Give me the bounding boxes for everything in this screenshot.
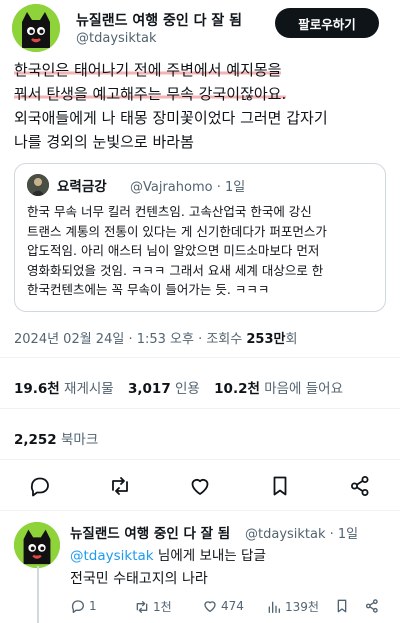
reply-retweet-count: 1천 bbox=[153, 600, 172, 614]
share-icon bbox=[365, 599, 378, 613]
quote-author-avatar bbox=[27, 174, 49, 196]
quote-line: 한국컨텐츠에는 꼭 무속이 들어가는 듯. ㅋㅋㅋ bbox=[27, 282, 270, 297]
replying-to-suffix: 님에게 보내는 답글 bbox=[153, 548, 266, 564]
tweet-line: 한국인은 태어나기 전에 주변에서 예지몽을 bbox=[14, 58, 394, 82]
reply-author-avatar[interactable] bbox=[14, 522, 60, 568]
tweet-line-text: 나를 경외의 눈빛으로 바라봄 bbox=[14, 133, 194, 151]
reply-bookmark-button[interactable] bbox=[334, 598, 350, 614]
quote-text: 한국 무속 너무 킬러 컨텐츠임. 고속산업국 한국에 강신 트랜스 계통의 전… bbox=[27, 202, 382, 300]
tweet-line-text: 한국인은 태어나기 전에 주변에서 예지몽을 bbox=[14, 61, 282, 79]
divider bbox=[0, 408, 400, 409]
follow-button[interactable]: 팔로우하기 bbox=[275, 8, 379, 38]
tweet-meta: 2024년 02월 24일 · 1:53 오후 · 조회수 253만회 bbox=[14, 328, 297, 347]
quote-line: 한국 무속 너무 킬러 컨텐츠임. 고속산업국 한국에 강신 bbox=[27, 204, 312, 219]
bookmark-stats: 2,252 북마크 bbox=[14, 428, 98, 448]
view-count-suffix: 회 bbox=[285, 332, 298, 347]
quoted-tweet-card[interactable]: 요력금강 @Vajrahomo · 1일 한국 무속 너무 킬러 컨텐츠임. 고… bbox=[14, 163, 386, 312]
thread-line bbox=[37, 566, 39, 623]
divider bbox=[0, 459, 400, 460]
author-avatar[interactable] bbox=[12, 4, 60, 52]
author-handle[interactable]: @tdaysiktak bbox=[76, 31, 157, 46]
bookmark-icon bbox=[337, 599, 347, 613]
reply-action-bar: 1 1천 474 139천 bbox=[70, 598, 390, 618]
reply-author-handle[interactable]: @tdaysiktak · 1일 bbox=[245, 523, 358, 542]
quote-label[interactable]: 인용 bbox=[175, 381, 200, 397]
like-count[interactable]: 10.2천 bbox=[214, 381, 260, 397]
quote-line: 트랜스 계통의 전통이 있다는 게 신기한데다가 퍼포먼스가 bbox=[27, 223, 327, 239]
reply-retweet-button[interactable]: 1천 bbox=[134, 598, 172, 615]
like-icon[interactable] bbox=[188, 474, 212, 498]
quote-author-name: 요력금강 bbox=[57, 179, 107, 195]
share-icon[interactable] bbox=[348, 474, 372, 498]
tweet-line: 꿔서 탄생을 예고해주는 무속 강국이잖아요. bbox=[14, 82, 394, 106]
bookmark-icon[interactable] bbox=[268, 474, 292, 498]
mention-link[interactable]: @tdaysiktak bbox=[70, 548, 154, 564]
like-icon bbox=[204, 601, 216, 612]
views-icon bbox=[268, 601, 280, 613]
reply-text: 전국민 수태고지의 나라 bbox=[70, 571, 208, 587]
reply-like-button[interactable]: 474 bbox=[202, 598, 244, 614]
reply-like-count: 474 bbox=[221, 599, 244, 613]
tweet-header: 뉴질랜드 여행 중인 다 잘 됨 @tdaysiktak 팔로우하기 bbox=[0, 0, 400, 56]
replying-to: @tdaysiktak 님에게 보내는 답글 bbox=[70, 544, 266, 564]
reply-share-button[interactable] bbox=[364, 598, 380, 614]
figure-avatar-icon bbox=[27, 174, 49, 196]
tweet-line-text: 외국애들에게 나 태몽 장미꽃이었다 그러면 갑자기 bbox=[14, 109, 328, 127]
quote-line: 영화화되었을 것임. ㅋㅋㅋ 그래서 요새 세계 대상으로 한 bbox=[27, 262, 324, 278]
tweet-line: 나를 경외의 눈빛으로 바라봄 bbox=[14, 130, 394, 154]
reply-views-button[interactable]: 139천 bbox=[266, 598, 319, 615]
view-count: 253만 bbox=[246, 332, 286, 347]
reply-icon[interactable] bbox=[28, 474, 52, 498]
divider bbox=[0, 510, 400, 511]
author-name[interactable]: 뉴질랜드 여행 중인 다 잘 됨 bbox=[76, 10, 242, 30]
tweet-datetime[interactable]: 2024년 02월 24일 · 1:53 오후 · 조회수 bbox=[14, 332, 246, 347]
action-bar bbox=[0, 470, 400, 502]
quote-line: 압도적임. 아리 애스터 님이 알았으면 미드소마보다 먼저 bbox=[27, 243, 320, 258]
bookmark-label: 북마크 bbox=[61, 432, 99, 448]
quote-author-handle: @Vajrahomo · 1일 bbox=[130, 180, 246, 195]
reply-view-count: 139천 bbox=[285, 600, 319, 614]
bookmark-count: 2,252 bbox=[14, 432, 57, 448]
cat-avatar-icon bbox=[14, 522, 60, 568]
tweet-line-text: 꿔서 탄생을 예고해주는 무속 강국이잖아요. bbox=[14, 85, 287, 103]
quote-count[interactable]: 3,017 bbox=[128, 381, 171, 397]
reply-tweet[interactable]: 뉴질랜드 여행 중인 다 잘 됨 @tdaysiktak · 1일 @tdays… bbox=[0, 518, 400, 623]
reply-author-name[interactable]: 뉴질랜드 여행 중인 다 잘 됨 bbox=[70, 522, 230, 542]
retweet-count[interactable]: 19.6천 bbox=[14, 381, 60, 397]
reply-icon bbox=[71, 600, 84, 613]
reply-reply-button[interactable]: 1 bbox=[70, 598, 97, 614]
retweet-icon[interactable] bbox=[108, 474, 132, 498]
retweet-label[interactable]: 재게시물 bbox=[64, 381, 114, 397]
like-label[interactable]: 마음에 들어요 bbox=[264, 381, 343, 397]
reply-reply-count: 1 bbox=[89, 599, 97, 613]
divider bbox=[0, 357, 400, 358]
engagement-stats: 19.6천 재게시물 3,017 인용 10.2천 마음에 들어요 bbox=[14, 377, 353, 397]
tweet-line: 외국애들에게 나 태몽 장미꽃이었다 그러면 갑자기 bbox=[14, 106, 394, 130]
retweet-icon bbox=[136, 600, 148, 613]
tweet-text: 한국인은 태어나기 전에 주변에서 예지몽을 꿔서 탄생을 예고해주는 무속 강… bbox=[14, 58, 394, 154]
cat-avatar-icon bbox=[12, 4, 60, 52]
